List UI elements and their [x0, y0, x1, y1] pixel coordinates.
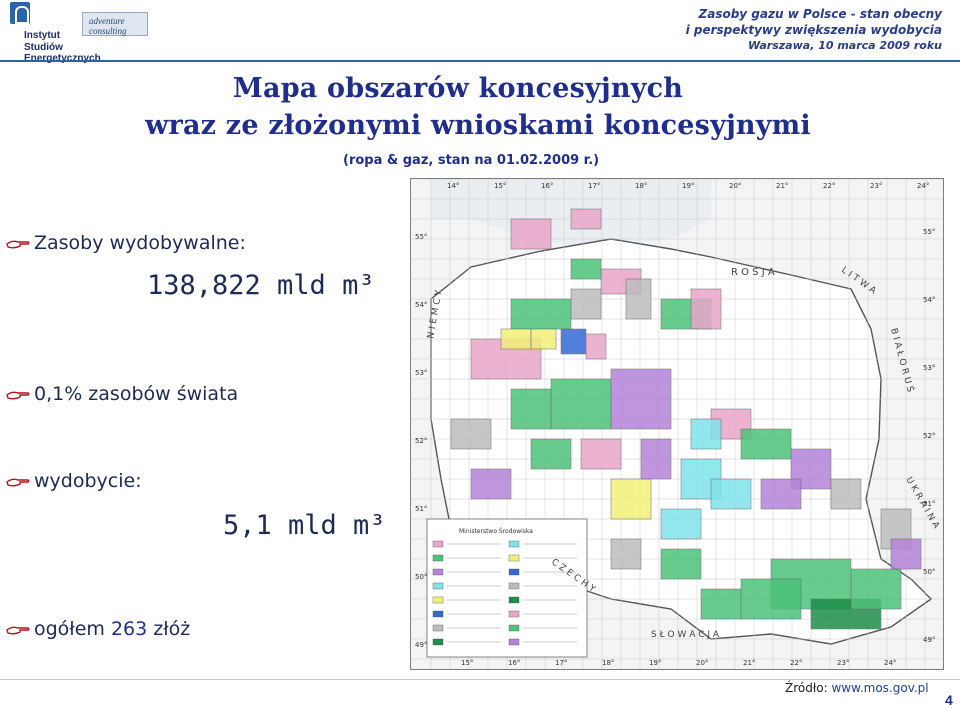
concession-map: Ministerstwo Środowiska R O S J A L I T … [410, 178, 944, 670]
concession-map-graphic: Ministerstwo Środowiska R O S J A L I T … [411, 179, 943, 669]
slide-subtitle: (ropa & gaz, stan na 01.02.2009 r.) [343, 153, 600, 168]
degree-label: 53° [923, 364, 935, 372]
bullet-world-share: 0,1% zasobów świata [6, 383, 238, 405]
conference-date: Warszawa, 10 marca 2009 roku [748, 39, 942, 52]
degree-label: 50° [415, 573, 427, 581]
degree-label: 51° [415, 505, 427, 513]
reserves-value: 138,822 mld m³ [147, 270, 375, 301]
slide-title-line2: wraz ze złożonymi wnioskami koncesyjnymi [145, 110, 811, 141]
footer-divider [0, 679, 960, 680]
degree-label: 21° [776, 182, 788, 190]
partner-logo-text: adventure consulting [89, 16, 127, 36]
header-divider [0, 60, 960, 62]
bullet-reserves: Zasoby wydobywalne: [6, 232, 246, 254]
total-number: 263 [110, 618, 148, 640]
degree-label: 16° [541, 182, 553, 190]
degree-label: 15° [461, 659, 473, 667]
partner-logo: adventure consulting [82, 12, 148, 36]
production-value: 5,1 mld m³ [223, 510, 386, 541]
label-slovakia: S Ł O W A C J A [651, 630, 720, 640]
page-number: 4 [945, 692, 953, 708]
degree-label: 24° [884, 659, 896, 667]
degree-label: 16° [508, 659, 520, 667]
degree-label: 52° [923, 432, 935, 440]
label-russia: R O S J A [731, 267, 775, 278]
degree-label: 53° [415, 369, 427, 377]
source-link[interactable]: www.mos.gov.pl [831, 681, 928, 695]
source-note: Źródło: www.mos.gov.pl [785, 681, 929, 695]
degree-label: 19° [682, 182, 694, 190]
total-prefix: ogółem [34, 618, 105, 640]
reserves-label: Zasoby wydobywalne: [34, 232, 246, 254]
ise-logo-line1: Instytut [24, 30, 61, 41]
conference-subtitle: i perspektywy zwiększenia wydobycia [685, 23, 942, 37]
slide-title-line1: Mapa obszarów koncesyjnych [232, 73, 684, 104]
degree-label: 55° [923, 228, 935, 236]
degree-label: 19° [649, 659, 661, 667]
degree-label: 49° [415, 641, 427, 649]
degree-label: 24° [917, 182, 929, 190]
degree-label: 23° [870, 182, 882, 190]
pointing-hand-icon [6, 471, 34, 492]
degree-label: 22° [823, 182, 835, 190]
label-belarus: B I A Ł O R U Ś [888, 327, 917, 394]
degree-label: 52° [415, 437, 427, 445]
degree-label: 55° [415, 233, 427, 241]
bullet-total-deposits: ogółem 263 złóż [6, 618, 190, 640]
degree-label: 14° [447, 182, 459, 190]
degree-label: 50° [923, 568, 935, 576]
world-share-text: 0,1% zasobów świata [34, 383, 239, 405]
degree-label: 18° [635, 182, 647, 190]
degree-label: 49° [923, 636, 935, 644]
degree-label: 23° [837, 659, 849, 667]
degree-label: 15° [494, 182, 506, 190]
pointing-hand-icon [6, 384, 34, 405]
degree-label: 54° [923, 296, 935, 304]
ise-logo-mark [10, 2, 30, 24]
degree-label: 54° [415, 301, 427, 309]
map-legend [426, 518, 588, 658]
conference-title: Zasoby gazu w Polsce - stan obecny [698, 7, 942, 21]
degree-label: 21° [743, 659, 755, 667]
degree-label: 20° [729, 182, 741, 190]
slide-title: Mapa obszarów koncesyjnych wraz ze złożo… [0, 70, 960, 144]
legend-title: Ministerstwo Środowiska [459, 528, 533, 535]
total-suffix: złóż [153, 618, 191, 640]
degree-label: 22° [790, 659, 802, 667]
pointing-hand-icon [6, 619, 34, 640]
degree-label: 20° [696, 659, 708, 667]
pointing-hand-icon [6, 233, 34, 254]
production-label: wydobycie: [34, 470, 142, 492]
degree-label: 51° [923, 500, 935, 508]
degree-label: 18° [602, 659, 614, 667]
bullet-production: wydobycie: [6, 470, 142, 492]
degree-label: 17° [555, 659, 567, 667]
source-label: Źródło: [785, 681, 828, 695]
degree-label: 17° [588, 182, 600, 190]
conference-header: Zasoby gazu w Polsce - stan obecny i per… [686, 6, 942, 54]
